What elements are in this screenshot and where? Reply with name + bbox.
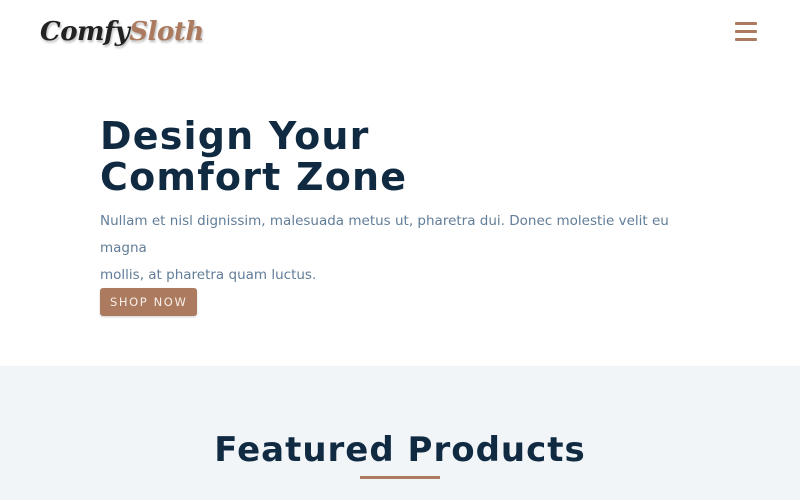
hero-title-line-1: Design Your <box>100 114 370 158</box>
logo-text-sloth: Sloth <box>129 17 204 47</box>
hero-description-line-1: Nullam et nisl dignissim, malesuada metu… <box>100 213 669 256</box>
logo-text-comfy: Comfy <box>40 17 130 47</box>
shop-now-button[interactable]: SHOP NOW <box>100 288 198 316</box>
featured-products-title: Featured Products <box>214 430 586 470</box>
menu-toggle-button[interactable] <box>732 19 760 45</box>
hero-description-line-2: mollis, at pharetra quam luctus. <box>100 267 317 283</box>
hero-title: Design Your Comfort Zone <box>100 116 600 198</box>
featured-section: Featured Products <box>0 366 800 500</box>
hero-title-line-2: Comfort Zone <box>100 155 408 199</box>
title-underline <box>360 476 440 479</box>
hero-section: Design Your Comfort Zone Nullam et nisl … <box>0 66 800 366</box>
logo[interactable]: ComfySloth <box>40 12 204 52</box>
navbar: ComfySloth <box>0 0 800 66</box>
hero-description: Nullam et nisl dignissim, malesuada metu… <box>100 208 700 289</box>
